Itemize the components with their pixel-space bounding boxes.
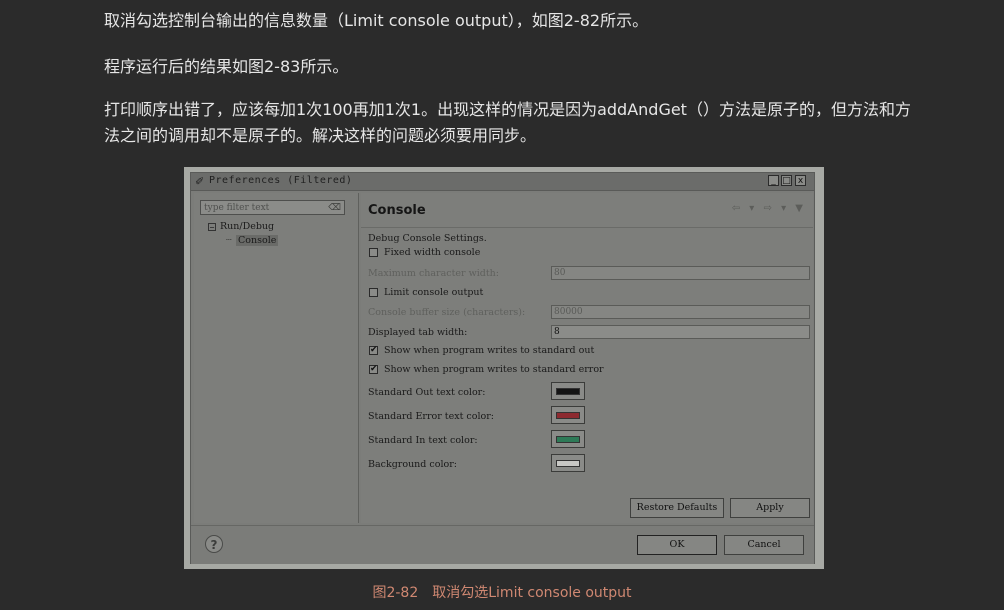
forward-menu-icon[interactable]: ▾ xyxy=(781,203,786,214)
fixed-width-checkbox[interactable] xyxy=(369,248,378,257)
stderr-color-label: Standard Error text color: xyxy=(368,411,494,422)
stdout-color-label: Standard Out text color: xyxy=(368,387,486,398)
stderr-color-button[interactable] xyxy=(551,406,585,424)
window-titlebar: ✐ Preferences (Filtered) _ □ x xyxy=(191,173,814,191)
limit-output-checkbox[interactable] xyxy=(369,288,378,297)
stdin-color-swatch xyxy=(556,436,580,443)
ok-button[interactable]: OK xyxy=(637,535,717,555)
buffer-size-input[interactable]: 80000 xyxy=(551,305,810,319)
stdin-color-label: Standard In text color: xyxy=(368,435,478,446)
background-color-button[interactable] xyxy=(551,454,585,472)
filter-placeholder: type filter text xyxy=(204,203,270,213)
view-menu-icon[interactable]: ▼ xyxy=(795,203,803,214)
tab-width-input[interactable]: 8 xyxy=(551,325,810,339)
show-stdout-label: Show when program writes to standard out xyxy=(384,345,595,356)
stdout-color-swatch xyxy=(556,388,580,395)
paragraph-2: 程序运行后的结果如图2-83所示。 xyxy=(104,57,349,76)
tab-width-label: Displayed tab width: xyxy=(368,327,468,338)
fixed-width-label: Fixed width console xyxy=(384,247,481,258)
buffer-size-label: Console buffer size (characters): xyxy=(368,307,526,318)
figure-caption: 图2-82 取消勾选Limit console output xyxy=(372,585,632,601)
history-nav: ⇦ ▾ ⇨ ▾ ▼ xyxy=(726,203,803,214)
max-char-width-label: Maximum character width: xyxy=(368,268,499,279)
paragraph-1: 取消勾选控制台输出的信息数量（Limit console output），如图2… xyxy=(104,11,649,30)
back-icon[interactable]: ⇦ xyxy=(732,203,740,214)
close-button[interactable]: x xyxy=(795,175,806,186)
preferences-window: ✐ Preferences (Filtered) _ □ x type filt… xyxy=(190,172,815,564)
restore-defaults-button[interactable]: Restore Defaults xyxy=(630,498,724,518)
show-stdout-checkbox[interactable]: ✔ xyxy=(369,346,378,355)
maximize-button[interactable]: □ xyxy=(781,175,792,186)
clear-filter-icon[interactable]: ⌫ xyxy=(328,201,341,216)
show-stderr-checkbox[interactable]: ✔ xyxy=(369,365,378,374)
apply-button[interactable]: Apply xyxy=(730,498,810,518)
section-label: Debug Console Settings. xyxy=(368,233,487,244)
back-menu-icon[interactable]: ▾ xyxy=(749,203,754,214)
dialog-button-bar: ? OK Cancel xyxy=(191,525,814,564)
background-color-swatch xyxy=(556,460,580,467)
cancel-button[interactable]: Cancel xyxy=(724,535,804,555)
window-title: Preferences (Filtered) xyxy=(209,175,353,186)
help-icon[interactable]: ? xyxy=(205,535,223,553)
page-header: Console ⇦ ▾ ⇨ ▾ ▼ xyxy=(361,193,813,228)
preferences-icon: ✐ xyxy=(195,175,205,188)
stderr-color-swatch xyxy=(556,412,580,419)
tree-connector: ┄ xyxy=(226,235,232,246)
stdin-color-button[interactable] xyxy=(551,430,585,448)
preference-tree-pane: type filter text ⌫ − Run/Debug ┄ Console xyxy=(194,193,359,523)
minimize-button[interactable]: _ xyxy=(768,175,779,186)
paragraph-3: 打印顺序出错了，应该每加1次100再加1次1。出现这样的情况是因为addAndG… xyxy=(104,100,911,145)
forward-icon[interactable]: ⇨ xyxy=(764,203,772,214)
console-settings-pane: Console ⇦ ▾ ⇨ ▾ ▼ Debug Console Settings… xyxy=(361,193,813,523)
figure-screenshot: ✐ Preferences (Filtered) _ □ x type filt… xyxy=(184,167,824,569)
stdout-color-button[interactable] xyxy=(551,382,585,400)
show-stderr-label: Show when program writes to standard err… xyxy=(384,364,604,375)
tree-item-run-debug[interactable]: Run/Debug xyxy=(220,221,274,232)
max-char-width-input[interactable]: 80 xyxy=(551,266,810,280)
background-color-label: Background color: xyxy=(368,459,457,470)
limit-output-label: Limit console output xyxy=(384,287,484,298)
filter-input[interactable]: type filter text ⌫ xyxy=(200,200,345,215)
collapse-toggle-icon[interactable]: − xyxy=(208,223,216,232)
page-title: Console xyxy=(368,203,426,218)
tree-item-console[interactable]: Console xyxy=(236,235,279,246)
